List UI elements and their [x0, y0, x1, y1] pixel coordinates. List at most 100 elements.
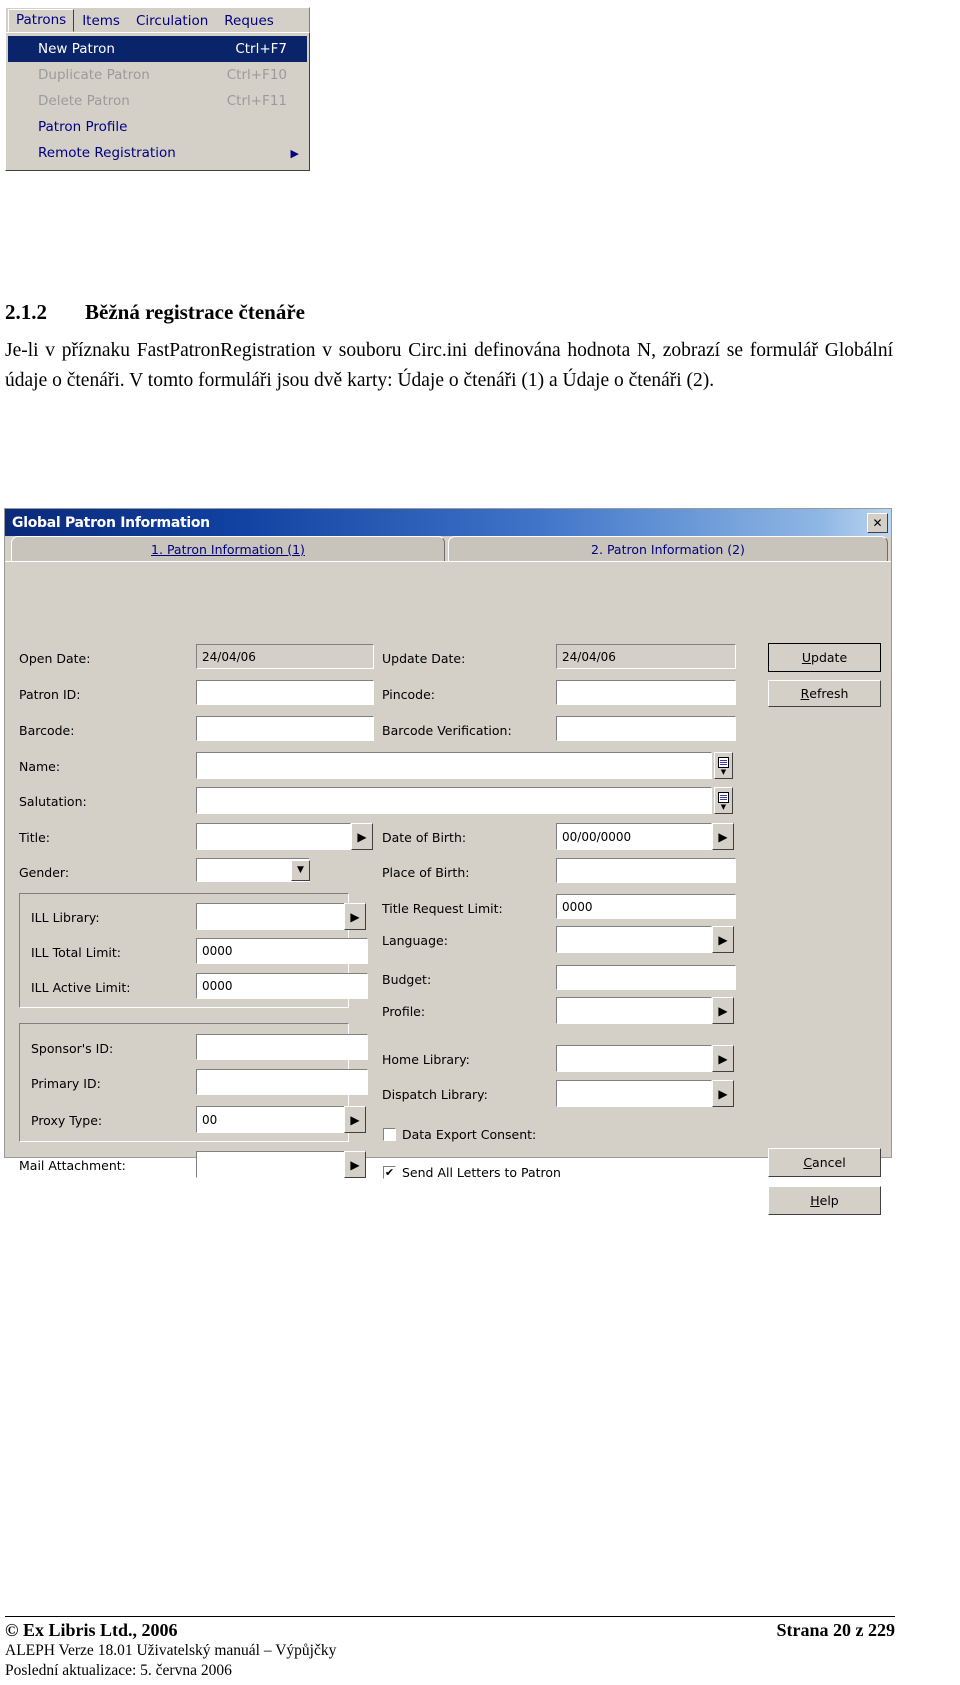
checkbox-mark: ✔	[384, 1166, 395, 1179]
label-ill-active-limit: ILL Active Limit:	[31, 980, 131, 995]
list-glyph-icon	[718, 791, 729, 803]
update-button[interactable]: Update	[768, 643, 881, 672]
label-place-of-birth: Place of Birth:	[382, 865, 470, 880]
label-dispatch-library: Dispatch Library:	[382, 1087, 488, 1102]
close-icon[interactable]: ✕	[867, 512, 888, 533]
label-barcode-verification: Barcode Verification:	[382, 723, 512, 738]
menu-item-new-patron-shortcut: Ctrl+F7	[235, 41, 287, 57]
dispatch-library-lookup-arrow-icon[interactable]: ▶	[712, 1080, 734, 1107]
date-of-birth-field[interactable]: 00/00/0000	[556, 823, 712, 850]
menu-item-delete-patron: Delete Patron Ctrl+F11	[8, 88, 307, 114]
cancel-button-label: ancel	[812, 1155, 846, 1170]
place-of-birth-field[interactable]	[556, 858, 736, 883]
date-of-birth-lookup-arrow-icon[interactable]: ▶	[712, 823, 734, 850]
menubar-item-patrons[interactable]: Patrons	[8, 9, 75, 32]
menu-item-delete-patron-shortcut: Ctrl+F11	[226, 93, 287, 109]
label-patron-id: Patron ID:	[19, 687, 81, 702]
page-footer: © Ex Libris Ltd., 2006 Strana 20 z 229 A…	[5, 1616, 895, 1681]
salutation-list-icon[interactable]: ▼	[714, 787, 733, 814]
patron-information-panel: Open Date: 24/04/06 Update Date: 24/04/0…	[5, 561, 891, 1215]
mail-attachment-lookup-arrow-icon[interactable]: ▶	[344, 1151, 366, 1178]
data-export-consent-checkbox[interactable]	[383, 1128, 396, 1141]
salutation-field[interactable]	[196, 787, 712, 814]
menubar-item-items-label: Items	[82, 12, 120, 29]
patrons-menu-screenshot: Patrons Items Circulation Reques New Pat…	[5, 7, 310, 171]
patrons-dropdown-menu: New Patron Ctrl+F7 Duplicate Patron Ctrl…	[5, 32, 310, 171]
menu-item-duplicate-patron-label: Duplicate Patron	[38, 67, 150, 83]
cancel-button[interactable]: Cancel	[768, 1148, 881, 1177]
refresh-button[interactable]: Refresh	[768, 680, 881, 707]
refresh-button-label: efresh	[809, 686, 849, 701]
footer-manual-line: ALEPH Verze 18.01 Uživatelský manuál – V…	[5, 1642, 337, 1659]
menubar-item-circulation[interactable]: Circulation	[128, 10, 216, 32]
footer-updated-line: Poslední aktualizace: 5. června 2006	[5, 1662, 232, 1679]
name-list-icon[interactable]: ▼	[714, 752, 733, 779]
proxy-type-lookup-arrow-icon[interactable]: ▶	[344, 1106, 366, 1133]
menu-item-new-patron[interactable]: New Patron Ctrl+F7	[8, 36, 307, 62]
tab-strip: 1. Patron Information (1) 2. Patron Info…	[5, 536, 891, 561]
patron-id-field[interactable]	[196, 680, 374, 705]
close-glyph: ✕	[872, 515, 883, 530]
update-date-field: 24/04/06	[556, 644, 736, 669]
language-field[interactable]	[556, 926, 712, 953]
dispatch-library-field[interactable]	[556, 1080, 712, 1107]
barcode-field[interactable]	[196, 716, 374, 741]
label-barcode: Barcode:	[19, 723, 75, 738]
profile-lookup-arrow-icon[interactable]: ▶	[712, 997, 734, 1024]
ill-library-lookup-arrow-icon[interactable]: ▶	[344, 903, 366, 930]
menubar-item-requests-label: Reques	[224, 12, 274, 29]
send-all-letters-checkbox-row[interactable]: ✔ Send All Letters to Patron	[383, 1165, 561, 1180]
dialog-titlebar: Global Patron Information ✕	[5, 509, 891, 536]
footer-divider	[5, 1616, 895, 1617]
sponsors-id-field[interactable]	[196, 1034, 368, 1060]
cancel-button-accel: C	[803, 1155, 813, 1170]
footer-top-line: © Ex Libris Ltd., 2006 Strana 20 z 229	[5, 1620, 895, 1641]
update-button-accel: U	[801, 650, 812, 665]
proxy-type-field[interactable]: 00	[196, 1106, 348, 1133]
label-proxy-type: Proxy Type:	[31, 1113, 103, 1128]
help-button[interactable]: Help	[768, 1186, 881, 1215]
menubar-item-items[interactable]: Items	[74, 10, 128, 32]
section-title: Běžná registrace čtenáře	[85, 300, 306, 324]
name-field[interactable]	[196, 752, 712, 779]
section-heading: 2.1.2 Běžná registrace čtenáře	[5, 300, 305, 325]
title-lookup-arrow-icon[interactable]: ▶	[351, 823, 373, 850]
label-ill-library: ILL Library:	[31, 910, 100, 925]
section-paragraph: Je-li v příznaku FastPatronRegistration …	[5, 340, 893, 391]
title-request-limit-field[interactable]: 0000	[556, 894, 736, 919]
label-update-date: Update Date:	[382, 651, 466, 666]
ill-active-limit-field[interactable]: 0000	[196, 973, 368, 999]
tab-patron-information-1[interactable]: 1. Patron Information (1)	[11, 536, 445, 561]
menubar-item-requests[interactable]: Reques	[216, 10, 282, 32]
barcode-verification-field[interactable]	[556, 716, 736, 741]
mail-attachment-field[interactable]	[196, 1151, 348, 1178]
data-export-consent-checkbox-row[interactable]: Data Export Consent:	[383, 1127, 536, 1142]
ill-total-limit-field[interactable]: 0000	[196, 938, 368, 964]
label-sponsors-id: Sponsor's ID:	[31, 1041, 114, 1056]
language-lookup-arrow-icon[interactable]: ▶	[712, 926, 734, 953]
send-all-letters-label: Send All Letters to Patron	[402, 1165, 561, 1180]
ill-library-field[interactable]	[196, 903, 348, 930]
help-button-accel: H	[810, 1193, 820, 1208]
update-button-label: pdate	[811, 650, 848, 665]
home-library-lookup-arrow-icon[interactable]: ▶	[712, 1045, 734, 1072]
label-language: Language:	[382, 933, 448, 948]
menu-item-remote-registration[interactable]: Remote Registration ▶	[8, 140, 307, 166]
menu-item-patron-profile[interactable]: Patron Profile	[8, 114, 307, 140]
menu-item-remote-registration-label: Remote Registration	[38, 145, 176, 161]
pincode-field[interactable]	[556, 680, 736, 705]
submenu-arrow-icon: ▶	[290, 146, 299, 160]
gender-chevron-down-icon[interactable]: ▼	[291, 860, 310, 881]
label-open-date: Open Date:	[19, 651, 91, 666]
budget-field[interactable]	[556, 965, 736, 990]
global-patron-information-dialog: Global Patron Information ✕ 1. Patron In…	[4, 508, 892, 1215]
menu-bar: Patrons Items Circulation Reques	[5, 7, 310, 33]
profile-field[interactable]	[556, 997, 712, 1024]
tab-patron-information-2[interactable]: 2. Patron Information (2)	[448, 536, 888, 561]
send-all-letters-checkbox[interactable]: ✔	[383, 1166, 396, 1179]
refresh-button-accel: R	[800, 686, 810, 701]
primary-id-field[interactable]	[196, 1069, 368, 1095]
home-library-field[interactable]	[556, 1045, 712, 1072]
title-field[interactable]	[196, 823, 351, 850]
menu-item-delete-patron-label: Delete Patron	[38, 93, 130, 109]
